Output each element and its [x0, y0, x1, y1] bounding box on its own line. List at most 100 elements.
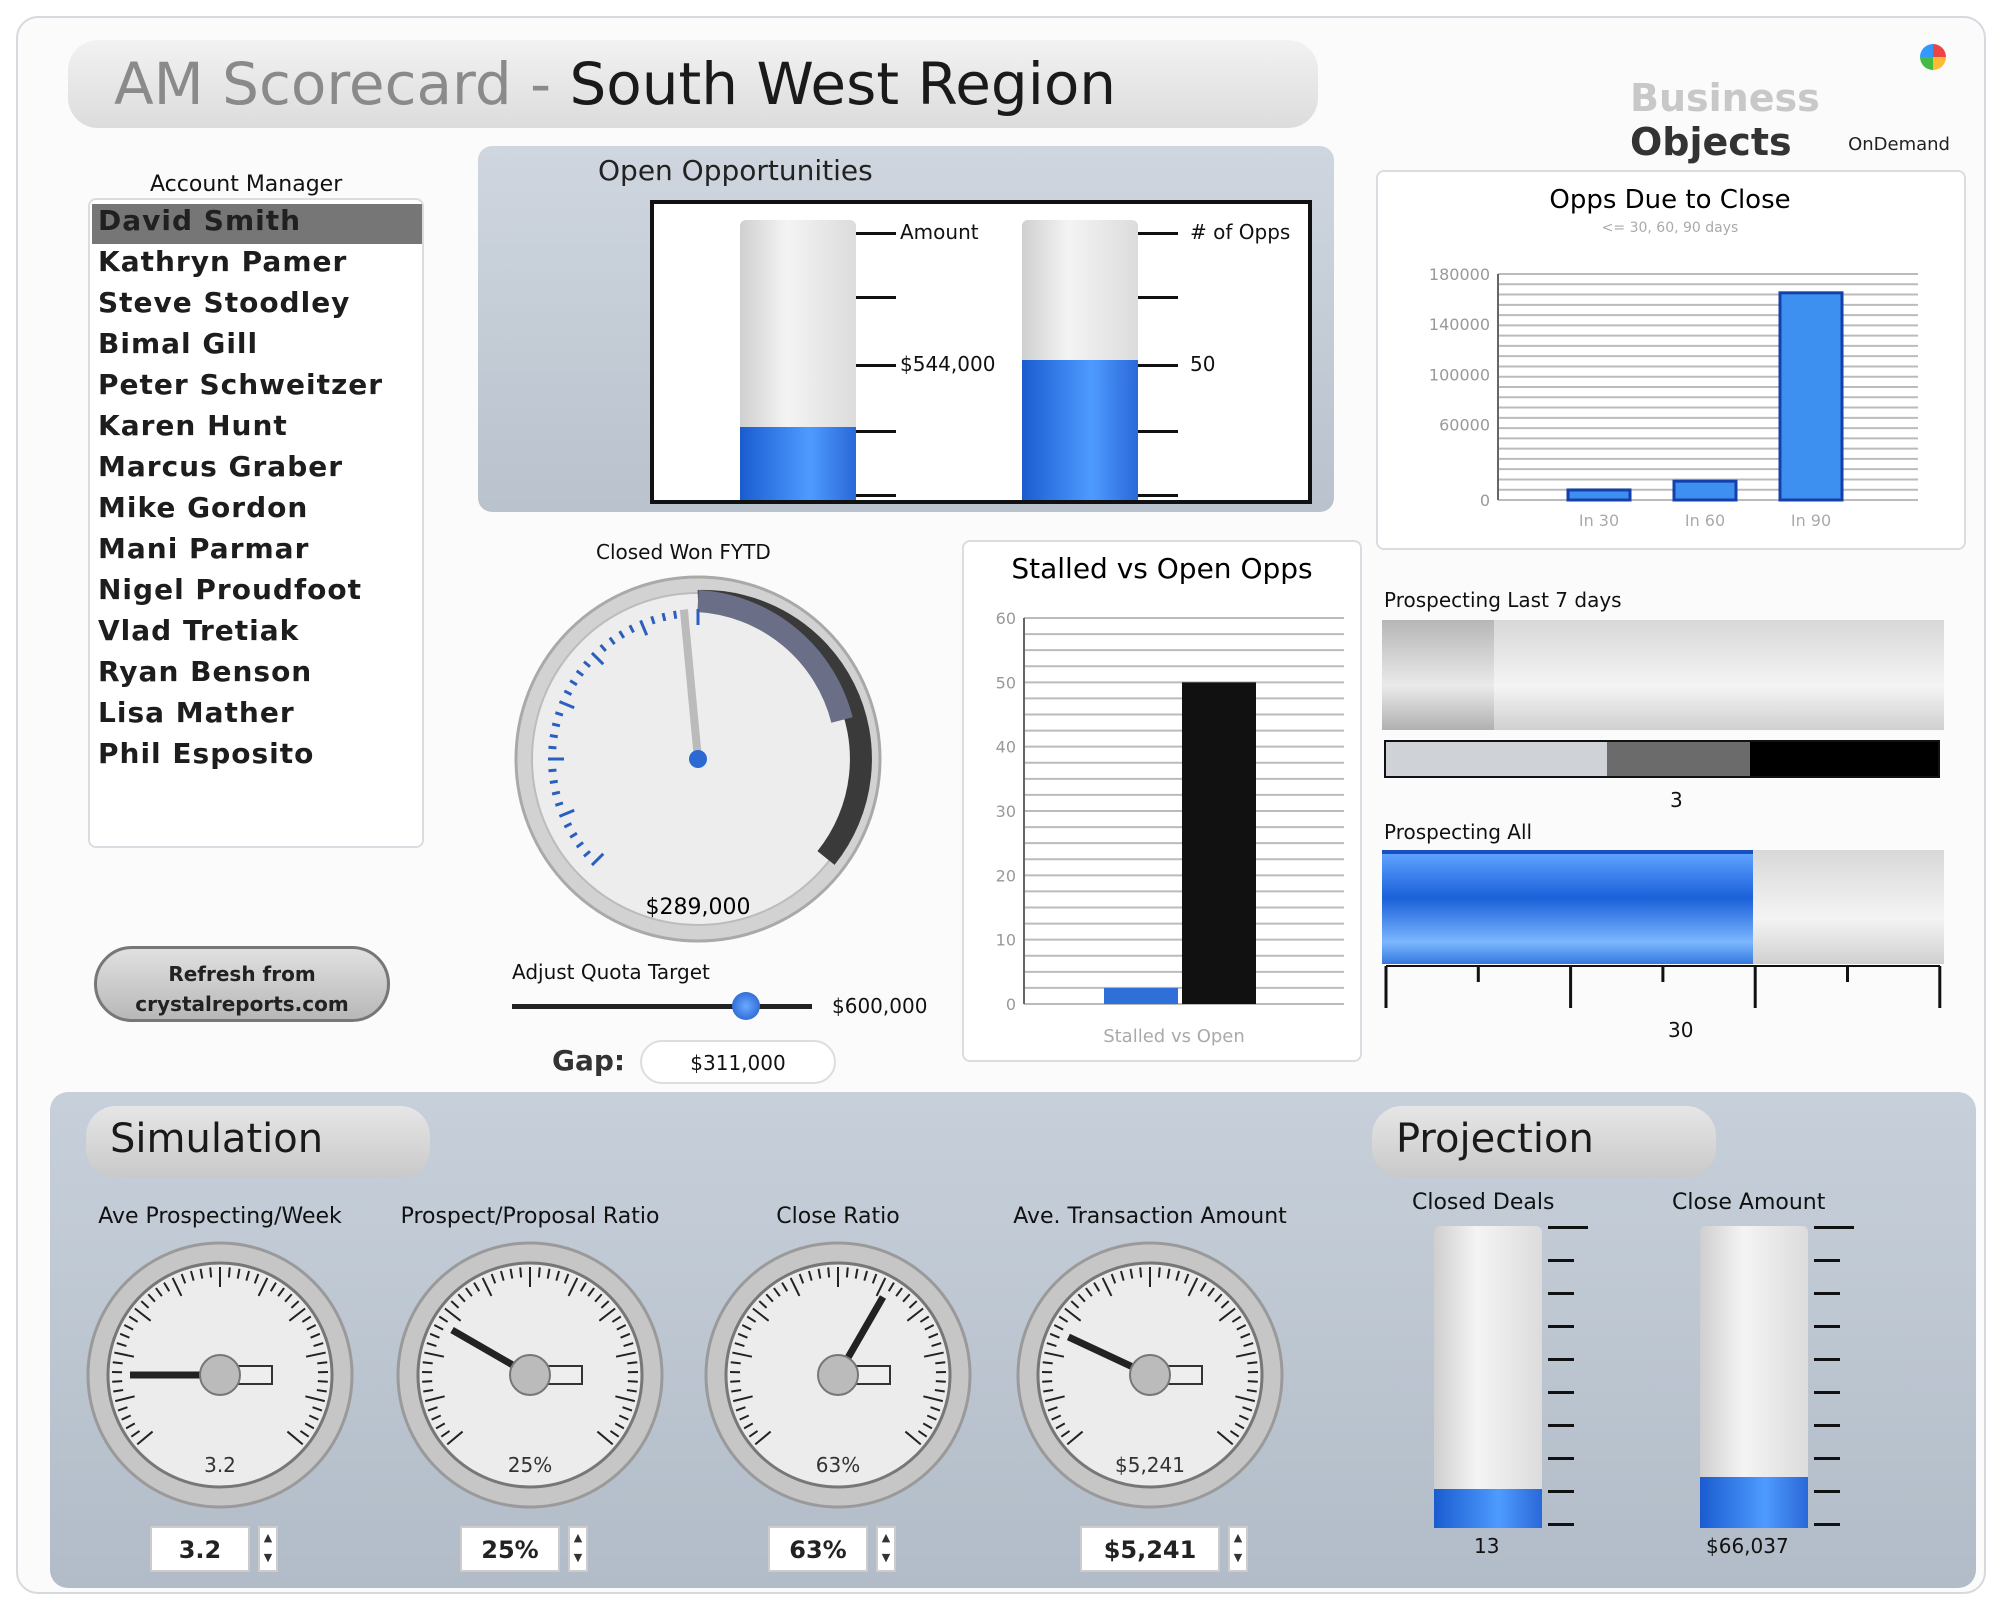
closed-won-title: Closed Won FYTD	[596, 540, 771, 564]
gauge-input[interactable]: $5,241	[1080, 1526, 1220, 1572]
prospecting-7-scale	[1384, 740, 1940, 778]
stalled-vs-open-chart: Stalled vs Open Opps 0 10 20 30 40 50 60 Stalled…	[996, 552, 1344, 1047]
gauge-tick	[935, 1380, 946, 1383]
projection-tick	[1548, 1457, 1574, 1460]
closed-deals-ticks	[1548, 1226, 1588, 1528]
gauge-tick	[519, 1267, 523, 1278]
account-manager-item[interactable]: Steve Stoodley	[92, 286, 422, 326]
simulation-gauge: 25%	[396, 1241, 664, 1509]
gauge-tick	[112, 1380, 123, 1383]
gauge-tick	[112, 1361, 123, 1365]
gauge-tick	[1247, 1380, 1258, 1383]
title-prefix: AM Scorecard -	[114, 50, 570, 118]
projection-tick	[1814, 1391, 1840, 1394]
opps-due-panel: Opps Due to Close <= 30, 60, 90 days 0 6000…	[1376, 170, 1966, 550]
refresh-button[interactable]: Refresh from crystalreports.com	[94, 946, 390, 1022]
count-tick	[1138, 430, 1178, 433]
amount-tick	[856, 364, 896, 367]
gauge-tick	[551, 722, 561, 728]
spinner-arrows-icon[interactable]: ▲ ▼	[258, 1526, 278, 1572]
projection-tick	[1548, 1292, 1574, 1295]
gauge-tick	[549, 734, 558, 739]
gauge-input[interactable]: 25%	[460, 1526, 560, 1572]
gauge-tick	[1042, 1361, 1053, 1365]
account-manager-item[interactable]: Ryan Benson	[92, 655, 422, 695]
scale-band-light	[1386, 742, 1607, 776]
prospecting-all-bar	[1382, 850, 1944, 964]
gauge-tick	[661, 612, 667, 622]
title-region: South West Region	[569, 50, 1117, 118]
prospecting-7-value: 3	[1670, 788, 1683, 812]
amount-tick	[856, 494, 896, 497]
gauge-tick	[673, 610, 678, 619]
prospecting-7-fill	[1382, 620, 1495, 730]
account-manager-item[interactable]: David Smith	[92, 204, 422, 244]
gauge-hub	[199, 1354, 241, 1396]
y-tick-label: 50	[996, 673, 1016, 692]
account-manager-item[interactable]: Phil Esposito	[92, 737, 422, 777]
spinner-arrows-icon[interactable]: ▲ ▼	[1228, 1526, 1248, 1572]
account-manager-item[interactable]: Mike Gordon	[92, 491, 422, 531]
spinner-arrows-icon[interactable]: ▲ ▼	[568, 1526, 588, 1572]
closed-won-value: $289,000	[646, 895, 751, 920]
account-manager-item[interactable]: Karen Hunt	[92, 409, 422, 449]
account-manager-item[interactable]: Lisa Mather	[92, 696, 422, 736]
x-tick-label: In 90	[1791, 511, 1831, 530]
opps-due-chart: Opps Due to Close <= 30, 60, 90 days 0 6000…	[1429, 185, 1918, 530]
gap-label: Gap:	[552, 1044, 626, 1077]
close-amount-value: $66,037	[1706, 1534, 1789, 1558]
gauge-value: 25%	[508, 1453, 552, 1477]
simulation-gauge: $5,241	[1016, 1241, 1284, 1509]
count-tick	[1138, 364, 1178, 367]
projection-tick	[1814, 1457, 1840, 1460]
count-tick-label: 50	[1190, 352, 1216, 376]
closed-won-gauge: $289,000	[514, 575, 882, 943]
gauge-tick	[627, 1380, 638, 1383]
gauge-hub	[817, 1354, 859, 1396]
quota-slider-thumb[interactable]	[732, 992, 760, 1020]
amount-tick	[856, 232, 896, 235]
bar-in-60	[1672, 479, 1738, 502]
gauge-input[interactable]: 3.2	[150, 1526, 250, 1572]
account-manager-item[interactable]: Bimal Gill	[92, 327, 422, 367]
count-tick	[1138, 494, 1178, 497]
projection-tick	[1814, 1424, 1840, 1427]
stalled-vs-open-panel: Stalled vs Open Opps 0 10 20 30 40 50 60 Stalled…	[962, 540, 1362, 1062]
gauge-value: $5,241	[1115, 1453, 1185, 1477]
y-tick-label: 20	[996, 866, 1016, 885]
projection-tick	[1548, 1490, 1574, 1493]
open-opportunities-title: Open Opportunities	[598, 154, 873, 187]
gauge-tick	[422, 1380, 433, 1383]
account-manager-item[interactable]: Peter Schweitzer	[92, 368, 422, 408]
account-manager-item[interactable]: Mani Parmar	[92, 532, 422, 572]
gauge-input[interactable]: 63%	[768, 1526, 868, 1572]
close-amount-tube	[1700, 1226, 1808, 1528]
account-manager-list[interactable]: David Smith Kathryn Pamer Steve Stoodley Bi…	[88, 198, 424, 848]
projection-tick	[1548, 1325, 1574, 1328]
gauge-hub	[509, 1354, 551, 1396]
account-manager-item[interactable]: Nigel Proudfoot	[92, 573, 422, 613]
count-fill	[1022, 360, 1138, 500]
gauge-hub	[1129, 1354, 1171, 1396]
account-manager-item[interactable]: Kathryn Pamer	[92, 245, 422, 285]
gauge-label: Ave Prospecting/Week	[98, 1204, 342, 1229]
gauge-tick	[730, 1380, 741, 1383]
account-manager-item[interactable]: Vlad Tretiak	[92, 614, 422, 654]
scale-band-mid	[1606, 742, 1751, 776]
quota-slider-track[interactable]	[512, 1004, 812, 1009]
projection-tick	[1548, 1391, 1574, 1394]
account-manager-item[interactable]: Marcus Graber	[92, 450, 422, 490]
y-tick-label: 140000	[1429, 315, 1490, 334]
close-amount-label: Close Amount	[1672, 1190, 1826, 1215]
simulation-gauge: 3.2	[86, 1241, 354, 1509]
logo-ball-icon	[1920, 44, 1946, 70]
logo-word-2: Objects	[1630, 120, 1792, 164]
bar-in-30	[1566, 488, 1632, 502]
spinner-arrows-icon[interactable]: ▲ ▼	[876, 1526, 896, 1572]
amount-fill	[740, 427, 856, 500]
y-tick-label: 0	[1006, 995, 1016, 1014]
account-manager-label: Account Manager	[150, 172, 343, 197]
gauge-tick	[1247, 1361, 1258, 1365]
projection-tick	[1814, 1325, 1840, 1328]
count-tick	[1138, 232, 1178, 235]
